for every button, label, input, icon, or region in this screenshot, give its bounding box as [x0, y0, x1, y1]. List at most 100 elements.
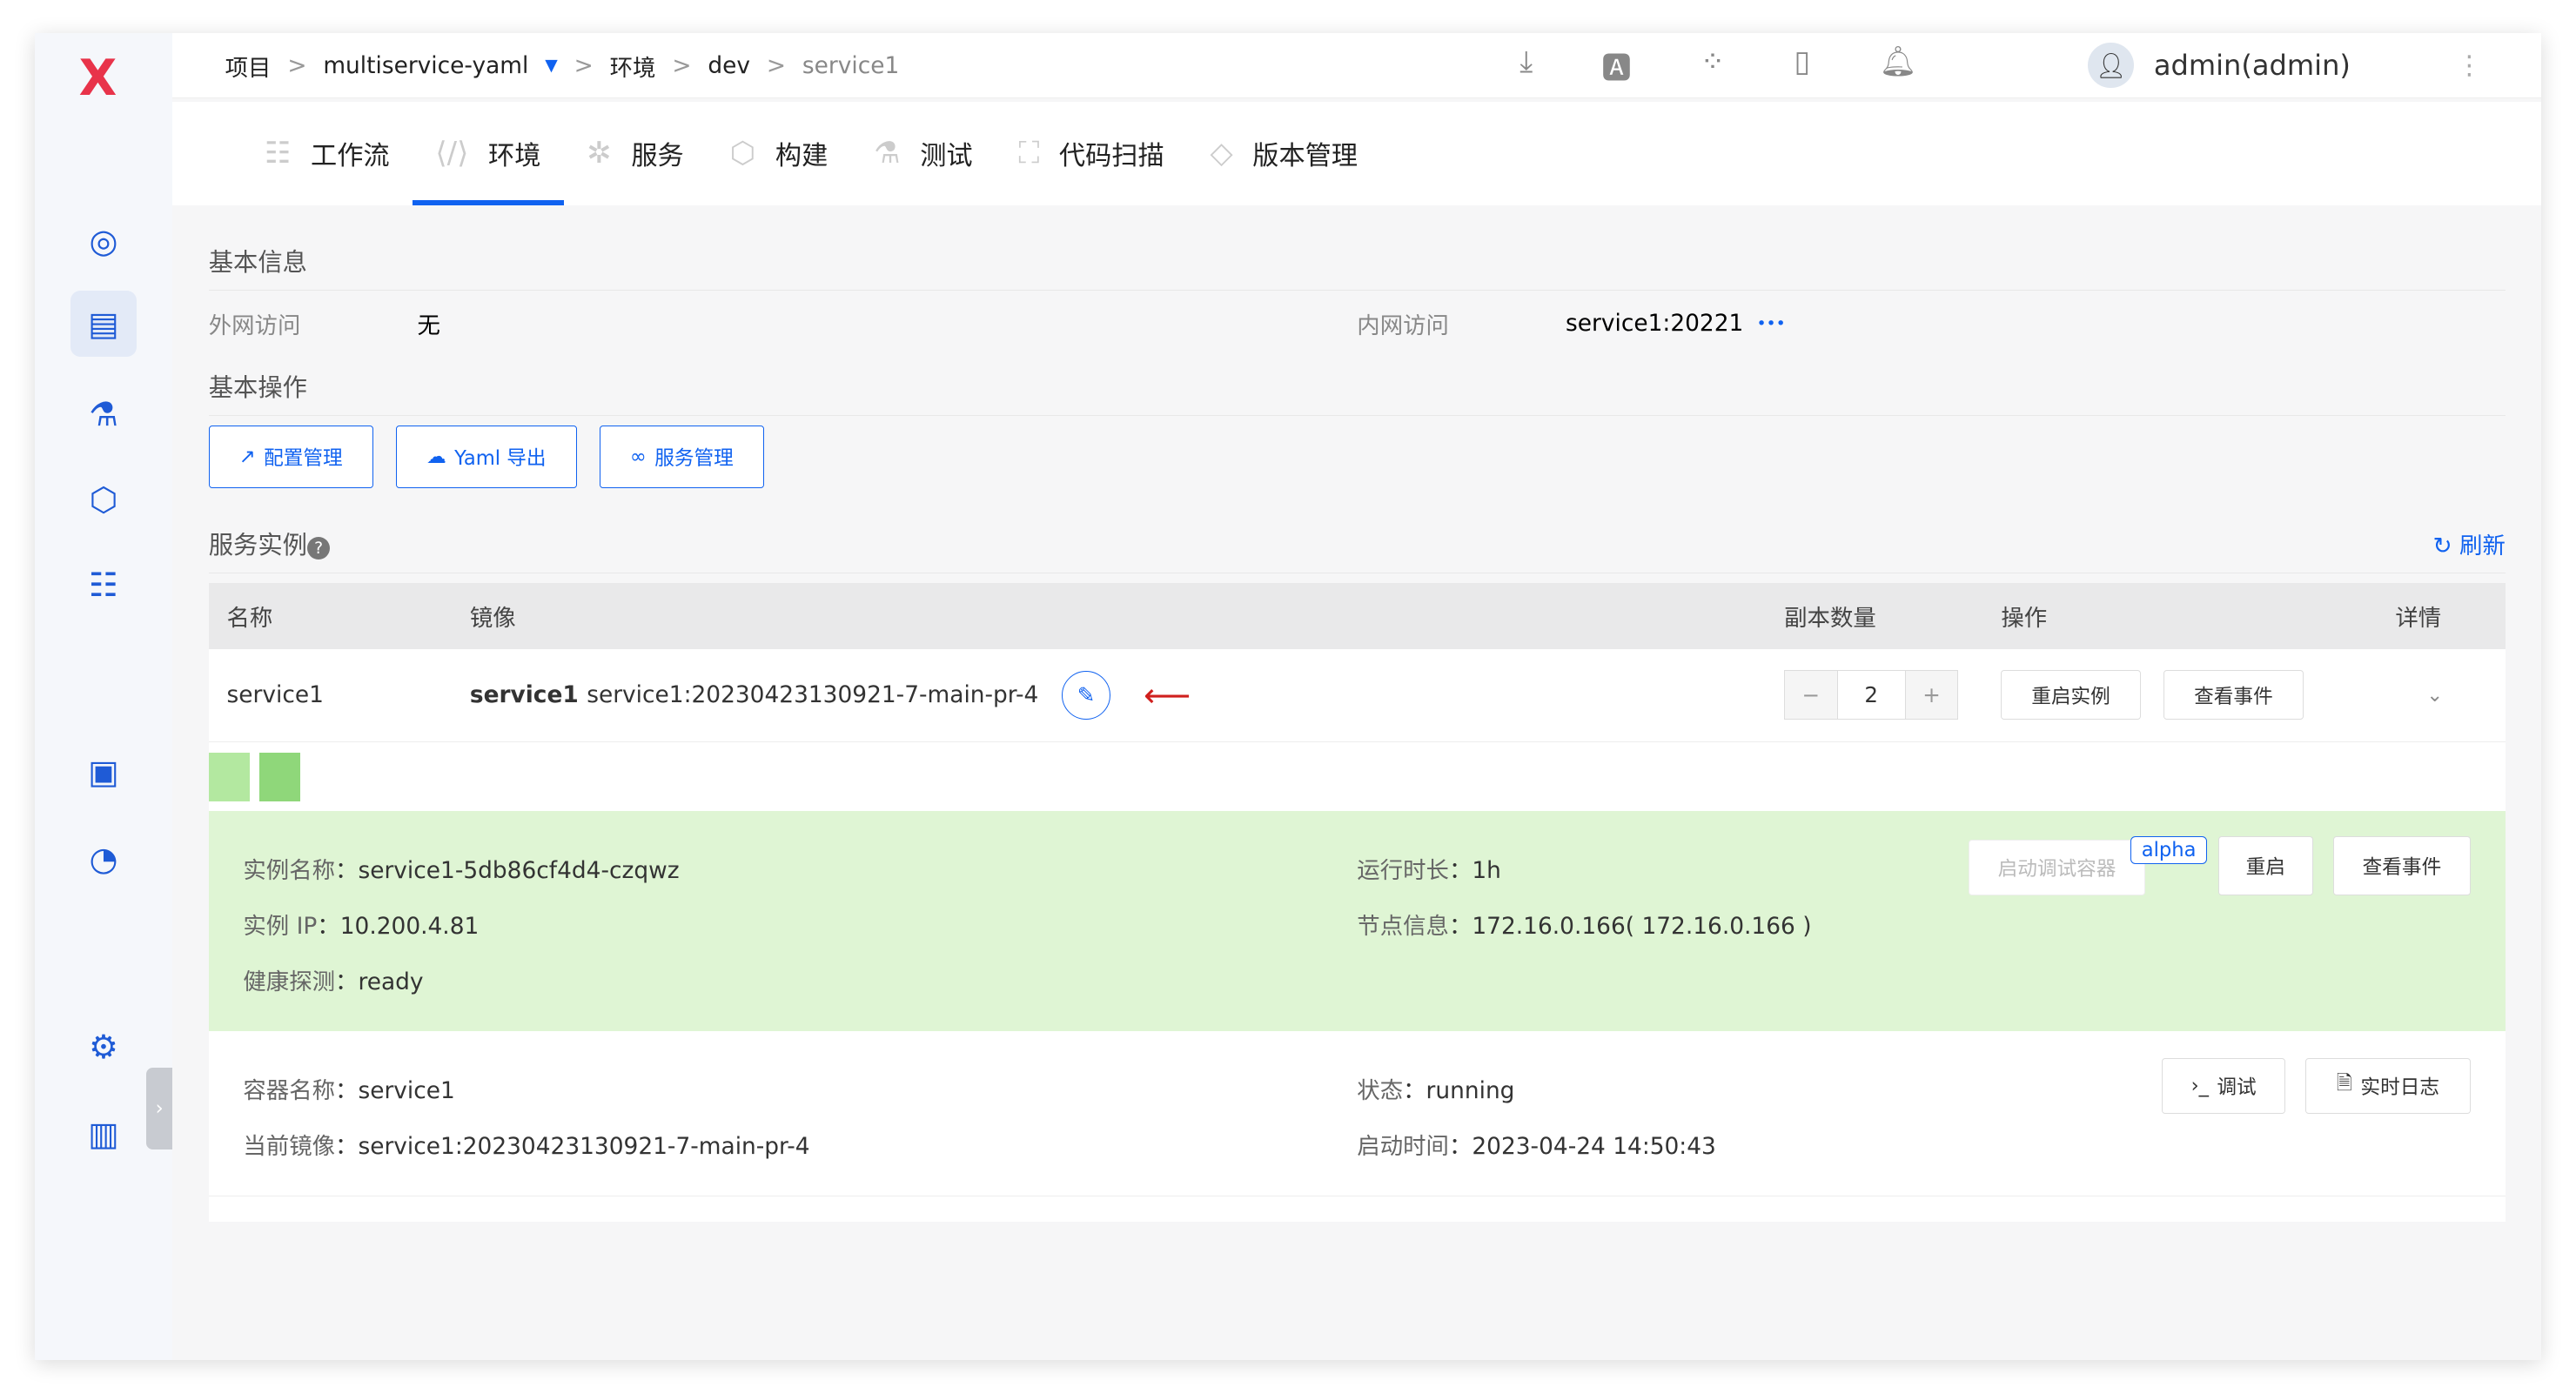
service-name: service1	[209, 681, 470, 708]
service-manage-button[interactable]: ∞服务管理	[600, 426, 764, 488]
tab-code-scan[interactable]: ⛶代码扫描	[996, 102, 1187, 205]
replica-count[interactable]: 2	[1838, 671, 1905, 719]
tab-service[interactable]: ✲ 服务	[564, 102, 707, 205]
decrement-button[interactable]: −	[1785, 671, 1837, 719]
instances-heading: 服务实例	[209, 531, 307, 560]
logo[interactable]: X	[79, 50, 117, 107]
refresh-label: 刷新	[2459, 533, 2506, 560]
external-access-value: 无	[417, 306, 1357, 340]
pod-ip: 10.200.4.81	[340, 913, 480, 940]
main-content: 基本信息 外网访问 无 内网访问 service1:20221 ••• 基本操作…	[209, 205, 2506, 1222]
more-vertical-icon[interactable]: ⋮	[2456, 50, 2482, 81]
basic-info-heading: 基本信息	[209, 231, 2506, 291]
crumb-project[interactable]: 项目	[225, 49, 272, 83]
build-icon: ⬡	[730, 136, 756, 171]
realtime-logs-button[interactable]: 🗎实时日志	[2305, 1058, 2472, 1114]
terminal-icon: ›_	[2191, 1075, 2209, 1097]
crumb-dev[interactable]: dev	[708, 52, 750, 79]
settings-icon[interactable]: ⚙	[70, 1014, 137, 1080]
delivery-icon[interactable]: ⬡	[70, 466, 137, 533]
user-menu[interactable]: 👤︎ admin(admin)	[2088, 43, 2351, 89]
tab-label: 环境	[488, 134, 540, 172]
restart-instance-button[interactable]: 重启实例	[2001, 670, 2140, 720]
avatar: 👤︎	[2088, 43, 2134, 89]
tab-workflow[interactable]: ☷工作流	[241, 102, 413, 205]
col-replicas: 副本数量	[1784, 599, 2001, 633]
building-icon[interactable]: ▥	[70, 1101, 137, 1167]
increment-button[interactable]: +	[1905, 671, 1957, 719]
uptime-label: 运行时长	[1357, 857, 1449, 884]
current-image-label: 当前镜像	[243, 1133, 335, 1160]
refresh-button[interactable]: ↻ 刷新	[2433, 526, 2506, 560]
external-access-label: 外网访问	[209, 306, 418, 340]
pie-chart-icon[interactable]: ◔	[70, 827, 137, 893]
start-debug-container-button: 启动调试容器	[1969, 840, 2146, 895]
tab-build[interactable]: ⬡ 构建	[707, 102, 851, 205]
image-container-name: service1	[470, 681, 579, 708]
internal-access-label: 内网访问	[1357, 306, 1566, 340]
pod-name-label: 实例名称	[243, 857, 335, 884]
tab-label: 服务	[631, 134, 683, 172]
cloud-download-icon: ☁	[426, 446, 446, 468]
download-icon[interactable]: ⤓	[1519, 44, 1533, 87]
tab-label: 版本管理	[1252, 134, 1358, 172]
dashboard-icon[interactable]: ◎	[70, 209, 137, 275]
button-label: Yaml 导出	[454, 442, 546, 471]
status-label: 状态	[1357, 1077, 1403, 1104]
node-value: 172.16.0.166( 172.16.0.166 )	[1472, 913, 1811, 940]
pod-events-button[interactable]: 查看事件	[2333, 836, 2472, 895]
pod-selector	[209, 742, 2506, 811]
pod-ip-label: 实例 IP	[243, 913, 317, 940]
image-tag: service1:20230423130921-7-main-pr-4	[587, 681, 1038, 708]
crumb-project-name[interactable]: multiservice-yaml	[323, 52, 528, 79]
pod-block[interactable]	[259, 753, 300, 802]
debug-button[interactable]: ›_ 调试	[2162, 1058, 2285, 1114]
release-icon: ◇	[1211, 136, 1233, 171]
test-flask-icon[interactable]: ⚗	[70, 381, 137, 447]
monitor-icon[interactable]: ▣	[70, 740, 137, 806]
tab-label: 构建	[775, 134, 828, 172]
view-events-button[interactable]: 查看事件	[2163, 670, 2303, 720]
help-icon[interactable]: ?	[307, 537, 330, 560]
yaml-export-button[interactable]: ☁ Yaml 导出	[396, 426, 576, 488]
project-icon[interactable]: ▤	[70, 291, 137, 357]
refresh-icon: ↻	[2433, 533, 2460, 560]
table-header: 名称 镜像 副本数量 操作 详情	[209, 583, 2506, 649]
col-name: 名称	[209, 599, 470, 633]
username: admin(admin)	[2154, 49, 2351, 82]
button-label: 服务管理	[654, 442, 734, 471]
docs-book-icon[interactable]: ▯	[1794, 44, 1810, 87]
tab-release[interactable]: ◇ 版本管理	[1187, 102, 1380, 205]
col-actions: 操作	[2001, 599, 2395, 633]
health-label: 健康探测	[243, 968, 335, 995]
status-value: running	[1426, 1077, 1515, 1104]
button-label: 调试	[2217, 1071, 2256, 1100]
edit-image-icon[interactable]: ✎	[1062, 671, 1111, 720]
col-image: 镜像	[470, 599, 1784, 633]
pod-block-selected[interactable]	[209, 753, 250, 802]
bell-icon[interactable]: 🔔︎	[1879, 44, 1916, 87]
plugin-icon[interactable]: ⁘	[1701, 44, 1725, 87]
table-row: service1 service1 service1:2023042313092…	[209, 649, 2506, 743]
restart-pod-button[interactable]: 重启	[2218, 836, 2313, 895]
pod-name: service1-5db86cf4d4-czqwz	[358, 857, 679, 884]
service-icon: ✲	[587, 136, 611, 171]
tab-label: 测试	[920, 134, 972, 172]
external-link-icon: ↗	[239, 446, 256, 468]
tab-test[interactable]: ⚗测试	[851, 102, 996, 205]
tab-environment[interactable]: ⟨/⟩ 环境	[413, 102, 564, 205]
container-name-label: 容器名称	[243, 1077, 335, 1104]
translate-icon[interactable]: 🅰	[1601, 44, 1631, 87]
chevron-down-icon[interactable]: ⌄	[2426, 684, 2443, 707]
collapse-sidebar-button[interactable]: ›	[146, 1068, 172, 1149]
node-label: 节点信息	[1357, 913, 1449, 940]
start-time: 2023-04-24 14:50:43	[1472, 1133, 1715, 1160]
chevron-down-icon[interactable]: ▼	[545, 56, 558, 75]
code-icon: ⟨/⟩	[435, 136, 468, 171]
crumb-env[interactable]: 环境	[610, 49, 656, 83]
config-manage-button[interactable]: ↗配置管理	[209, 426, 373, 488]
replica-stepper[interactable]: − 2 +	[1784, 670, 1958, 720]
top-bar: 项目> multiservice-yaml▼> 环境> dev> service…	[172, 33, 2541, 99]
more-icon[interactable]: •••	[1756, 314, 1785, 333]
workflow-icon[interactable]: ☷	[70, 552, 137, 618]
